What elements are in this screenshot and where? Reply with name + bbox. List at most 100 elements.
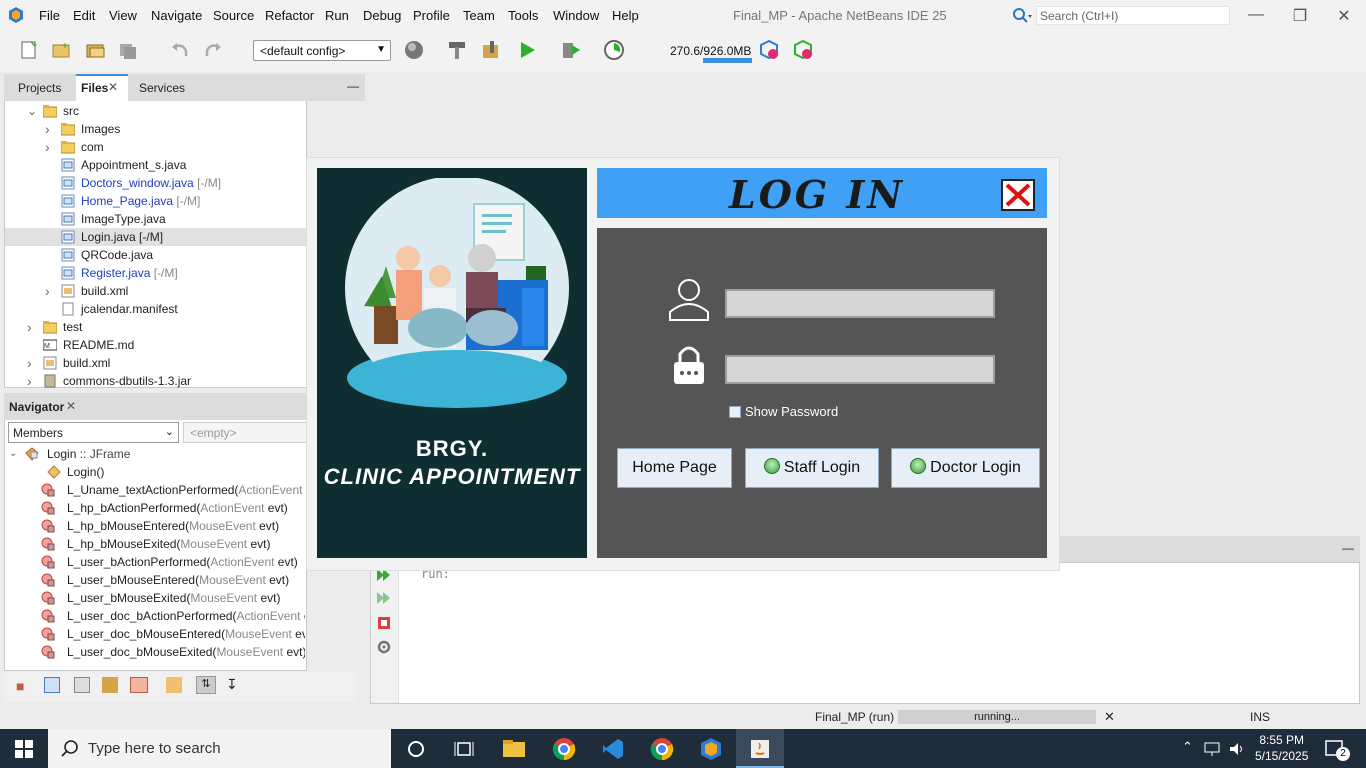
tree-item[interactable]: ImageType.java [5, 210, 307, 228]
members-filter-select[interactable]: Members ⌄ [8, 422, 179, 443]
chevron-right-icon[interactable]: › [45, 282, 55, 300]
show-fqn-icon[interactable] [166, 677, 182, 693]
show-password-checkbox[interactable]: Show Password [729, 404, 838, 419]
ide-search-input[interactable]: Search (Ctrl+I) [1036, 6, 1230, 25]
java-app-task[interactable] [736, 729, 784, 768]
debug-project-icon[interactable] [560, 39, 582, 61]
checkbox-box[interactable] [729, 406, 741, 418]
sort-by-name-icon[interactable]: ⇅ [196, 676, 216, 694]
tree-item[interactable]: Appointment_s.java [5, 156, 307, 174]
menu-file[interactable]: File [39, 8, 60, 23]
cortana-icon[interactable] [404, 737, 428, 761]
menu-team[interactable]: Team [463, 8, 495, 23]
tree-item[interactable]: Doctors_window.java [-/M] [5, 174, 307, 192]
navigator-member[interactable]: L_user_doc_bMouseExited(MouseEvent evt) [5, 643, 305, 661]
chevron-right-icon[interactable]: › [45, 138, 55, 156]
menu-view[interactable]: View [109, 8, 137, 23]
save-all-icon[interactable] [117, 39, 139, 61]
doctor-login-button[interactable]: Doctor Login [891, 448, 1040, 488]
show-fields-icon[interactable] [44, 677, 60, 693]
new-file-icon[interactable]: + [18, 39, 40, 61]
show-nonpublic-icon[interactable] [102, 677, 118, 693]
volume-icon[interactable] [1228, 741, 1246, 757]
navigator-member[interactable]: L_user_bMouseEntered(MouseEvent evt) [5, 571, 305, 589]
tree-item[interactable]: › test [5, 318, 307, 336]
navigator-member[interactable]: L_hp_bActionPerformed(ActionEvent evt) [5, 499, 305, 517]
clock[interactable]: 8:55 PM 5/15/2025 [1255, 732, 1308, 764]
tree-item[interactable]: › Images [5, 120, 307, 138]
minimize-panel-icon[interactable]: — [1342, 541, 1354, 555]
empty-select[interactable]: <empty> [183, 422, 307, 443]
gc-icon[interactable] [758, 39, 780, 61]
chevron-right-icon[interactable]: › [27, 318, 37, 336]
navigator-member[interactable]: L_hp_bMouseEntered(MouseEvent evt) [5, 517, 305, 535]
show-inherited-icon[interactable]: ■ [16, 678, 24, 694]
tab-navigator[interactable]: Navigator [9, 400, 64, 414]
chevron-up-icon[interactable]: ⌃ [1182, 739, 1193, 755]
restore-button[interactable]: ❐ [1285, 6, 1315, 26]
network-icon[interactable] [1203, 741, 1221, 757]
cancel-progress-icon[interactable]: ✕ [1104, 709, 1115, 725]
search-icon[interactable] [1012, 7, 1032, 25]
menu-run[interactable]: Run [325, 8, 349, 23]
tree-item[interactable]: ⌄ src [5, 102, 307, 120]
tree-item[interactable]: › build.xml [5, 282, 307, 300]
new-project-icon[interactable]: + [50, 39, 72, 61]
menu-refactor[interactable]: Refactor [265, 8, 314, 23]
close-tab-icon[interactable]: ✕ [66, 399, 76, 413]
show-inner-icon[interactable] [130, 677, 148, 693]
show-static-icon[interactable] [74, 677, 90, 693]
menu-help[interactable]: Help [612, 8, 639, 23]
navigator-root[interactable]: ⌄ Login :: JFrame [5, 445, 305, 463]
memory-usage[interactable]: 270.6/926.0MB [670, 44, 751, 58]
rerun-with-params-icon[interactable] [376, 591, 392, 605]
tree-item[interactable]: Login.java [-/M] [5, 228, 307, 246]
running-project-label[interactable]: Final_MP (run) [815, 710, 894, 724]
config-select[interactable]: <default config> ▼ [253, 40, 391, 61]
progress-bar[interactable]: running... [898, 710, 1096, 724]
sort-by-source-icon[interactable]: ↧ [226, 676, 238, 693]
vscode-icon[interactable] [601, 737, 625, 761]
profiler-icon[interactable] [792, 39, 814, 61]
tree-item[interactable]: jcalendar.manifest [5, 300, 307, 318]
windows-start-icon[interactable] [15, 740, 33, 758]
chrome-icon[interactable] [650, 737, 674, 761]
username-field[interactable] [725, 289, 995, 318]
navigator-member[interactable]: Login() [5, 463, 305, 481]
chevron-right-icon[interactable]: › [27, 372, 37, 390]
password-field[interactable] [725, 355, 995, 384]
close-tab-icon[interactable]: ✕ [108, 80, 118, 94]
tree-item[interactable]: › commons-dbutils-1.3.jar [5, 372, 307, 390]
navigator-member[interactable]: L_user_bMouseExited(MouseEvent evt) [5, 589, 305, 607]
redo-icon[interactable] [202, 39, 224, 61]
undo-icon[interactable] [169, 39, 191, 61]
tree-item[interactable]: QRCode.java [5, 246, 307, 264]
stop-icon[interactable] [377, 616, 391, 630]
home-page-button[interactable]: Home Page [617, 448, 732, 488]
file-explorer-icon[interactable] [502, 737, 526, 761]
menu-tools[interactable]: Tools [508, 8, 538, 23]
tree-item[interactable]: Register.java [-/M] [5, 264, 307, 282]
tab-projects[interactable]: Projects [18, 81, 61, 95]
menu-navigate[interactable]: Navigate [151, 8, 202, 23]
chrome-profile-icon[interactable] [552, 737, 576, 761]
clean-build-icon[interactable] [480, 39, 502, 61]
close-login-button[interactable] [1001, 179, 1035, 211]
run-project-icon[interactable] [516, 39, 538, 61]
minimize-panel-icon[interactable]: — [347, 79, 359, 93]
menu-window[interactable]: Window [553, 8, 599, 23]
navigator-member[interactable]: L_user_doc_bMouseEntered(MouseEvent evt) [5, 625, 305, 643]
chevron-right-icon[interactable]: › [45, 120, 55, 138]
tree-item[interactable]: Home_Page.java [-/M] [5, 192, 307, 210]
browser-globe-icon[interactable] [403, 39, 425, 61]
netbeans-taskbar-icon[interactable] [699, 737, 723, 761]
minimize-button[interactable]: — [1241, 6, 1271, 26]
task-view-icon[interactable] [452, 737, 476, 761]
menu-edit[interactable]: Edit [73, 8, 95, 23]
chevron-down-icon[interactable]: ⌄ [27, 102, 37, 120]
navigator-member[interactable]: L_hp_bMouseExited(MouseEvent evt) [5, 535, 305, 553]
navigator-member[interactable]: L_Uname_textActionPerformed(ActionEvent … [5, 481, 305, 499]
menu-profile[interactable]: Profile [413, 8, 450, 23]
tab-files[interactable]: Files [81, 81, 108, 95]
open-project-icon[interactable] [84, 39, 106, 61]
